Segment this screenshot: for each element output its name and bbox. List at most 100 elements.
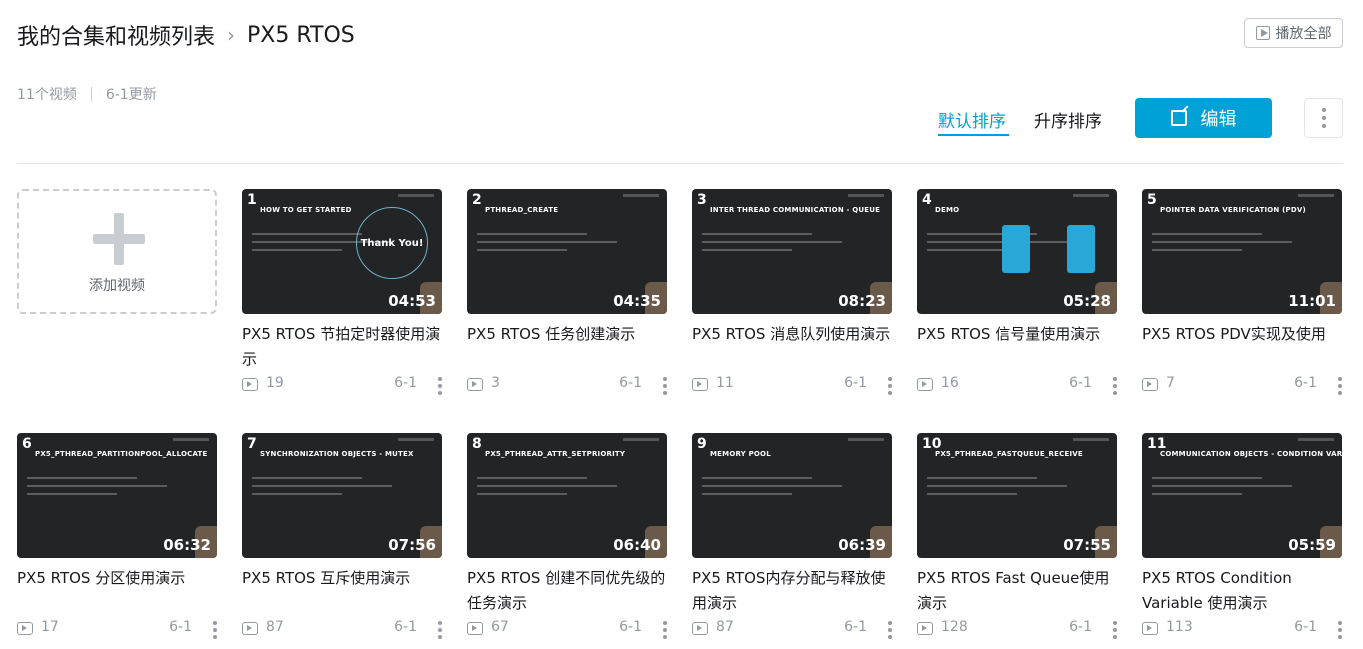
video-title[interactable]: PX5 RTOS内存分配与释放使用演示 [692,566,892,616]
thumb-text-line [252,485,392,487]
play-count: 7 [1166,375,1175,391]
thumb-text-line [702,241,842,243]
play-count: 11 [716,375,734,391]
add-video-card[interactable]: 添加视频 [17,189,217,314]
more-dot [1338,391,1342,395]
video-card[interactable]: 5 POINTER DATA VERIFICATION (PDV) 11:01 … [1142,189,1342,396]
thumb-brand-bar [623,438,659,441]
more-icon[interactable] [888,377,892,395]
more-icon[interactable] [1338,621,1342,639]
video-duration: 05:59 [1288,536,1336,554]
video-card[interactable]: 6 PX5_PTHREAD_PARTITIONPOOL_ALLOCATE 06:… [17,433,217,640]
more-dot [888,628,892,632]
play-count-icon [1142,622,1158,635]
video-card[interactable]: 7 SYNCHRONIZATION OBJECTS - MUTEX 07:56 … [242,433,442,640]
video-card[interactable]: 8 PX5_PTHREAD_ATTR_SETPRIORITY 06:40 PX5… [467,433,667,640]
more-dot [1113,635,1117,639]
video-card[interactable]: 11 COMMUNICATION OBJECTS - CONDITION VAR… [1142,433,1342,640]
active-tab-underline [938,134,1009,136]
more-icon[interactable] [1338,377,1342,395]
video-thumbnail[interactable]: 3 INTER THREAD COMMUNICATION - QUEUE 08:… [692,189,892,314]
video-thumbnail[interactable]: 10 PX5_PTHREAD_FASTQUEUE_RECEIVE 07:55 [917,433,1117,558]
play-count: 19 [266,375,284,391]
edit-icon [1170,110,1187,126]
thumb-text-line [1152,233,1262,235]
thumb-brand-bar [398,194,434,197]
thumb-heading: PX5_PTHREAD_PARTITIONPOOL_ALLOCATE [35,450,208,458]
upload-date: 6-1 [1294,619,1317,635]
video-title[interactable]: PX5 RTOS PDV实现及使用 [1142,322,1342,372]
more-icon[interactable] [1113,377,1117,395]
more-dot [1338,628,1342,632]
video-title[interactable]: PX5 RTOS Fast Queue使用演示 [917,566,1117,616]
video-card[interactable]: 1 HOW TO GET STARTED Thank You! 04:53 PX… [242,189,442,396]
thumb-diagram-box [1067,225,1095,273]
more-options-button[interactable] [1304,98,1343,138]
thumb-text-line [1152,241,1292,243]
video-title[interactable]: PX5 RTOS 创建不同优先级的任务演示 [467,566,667,616]
thumb-heading: INTER THREAD COMMUNICATION - QUEUE [710,206,881,214]
page-title: PX5 RTOS [247,22,355,48]
thumb-heading: DEMO [935,206,960,214]
video-thumbnail[interactable]: 2 PTHREAD_CREATE 04:35 [467,189,667,314]
video-thumbnail[interactable]: 9 MEMORY POOL 06:39 [692,433,892,558]
video-thumbnail[interactable]: 7 SYNCHRONIZATION OBJECTS - MUTEX 07:56 [242,433,442,558]
play-all-button[interactable]: 播放全部 [1244,18,1343,48]
video-card[interactable]: 3 INTER THREAD COMMUNICATION - QUEUE 08:… [692,189,892,396]
more-dot [1113,377,1117,381]
more-icon[interactable] [1113,621,1117,639]
thumb-heading: PX5_PTHREAD_FASTQUEUE_RECEIVE [935,450,1083,458]
thumb-text-line [27,477,137,479]
more-icon[interactable] [888,621,892,639]
video-card[interactable]: 2 PTHREAD_CREATE 04:35 PX5 RTOS 任务创建演示 3… [467,189,667,396]
video-index: 8 [472,436,482,452]
video-thumbnail[interactable]: 11 COMMUNICATION OBJECTS - CONDITION VAR… [1142,433,1342,558]
more-icon[interactable] [663,377,667,395]
more-dot [663,635,667,639]
collection-meta: 11个视频 6-1更新 [17,84,157,104]
video-title[interactable]: PX5 RTOS Condition Variable 使用演示 [1142,566,1342,616]
video-index: 6 [22,436,32,452]
more-icon[interactable] [438,621,442,639]
more-dot [888,377,892,381]
video-stats: 67 6-1 [467,618,667,640]
more-icon[interactable] [213,621,217,639]
thumb-heading: COMMUNICATION OBJECTS - CONDITION VARIAB… [1160,450,1342,458]
thumb-text-line [477,241,617,243]
play-count-icon [242,622,258,635]
video-card[interactable]: 10 PX5_PTHREAD_FASTQUEUE_RECEIVE 07:55 P… [917,433,1117,640]
upload-date: 6-1 [394,619,417,635]
more-dot [1338,621,1342,625]
video-card[interactable]: 9 MEMORY POOL 06:39 PX5 RTOS内存分配与释放使用演示 … [692,433,892,640]
thumb-heading: PTHREAD_CREATE [485,206,559,214]
more-dot [1321,124,1326,128]
video-duration: 04:35 [613,292,661,310]
breadcrumb-parent-link[interactable]: 我的合集和视频列表 [17,19,215,51]
more-icon[interactable] [663,621,667,639]
more-dot [1113,621,1117,625]
video-title[interactable]: PX5 RTOS 节拍定时器使用演示 [242,322,442,372]
video-thumbnail[interactable]: 8 PX5_PTHREAD_ATTR_SETPRIORITY 06:40 [467,433,667,558]
upload-date: 6-1 [619,619,642,635]
video-title[interactable]: PX5 RTOS 信号量使用演示 [917,322,1117,372]
thumb-text-line [27,493,117,495]
video-title[interactable]: PX5 RTOS 任务创建演示 [467,322,667,372]
sort-default-tab[interactable]: 默认排序 [938,107,1006,132]
video-thumbnail[interactable]: 5 POINTER DATA VERIFICATION (PDV) 11:01 [1142,189,1342,314]
video-thumbnail[interactable]: 4 DEMO 05:28 [917,189,1117,314]
upload-date: 6-1 [1069,375,1092,391]
thumb-heading: MEMORY POOL [710,450,771,458]
more-icon[interactable] [438,377,442,395]
edit-button[interactable]: 编辑 [1135,98,1272,138]
video-title[interactable]: PX5 RTOS 分区使用演示 [17,566,217,616]
video-duration: 06:39 [838,536,886,554]
sort-asc-tab[interactable]: 升序排序 [1034,107,1102,132]
video-thumbnail[interactable]: 6 PX5_PTHREAD_PARTITIONPOOL_ALLOCATE 06:… [17,433,217,558]
play-count-icon [917,378,933,391]
video-thumbnail[interactable]: 1 HOW TO GET STARTED Thank You! 04:53 [242,189,442,314]
upload-date: 6-1 [844,375,867,391]
video-card[interactable]: 4 DEMO 05:28 PX5 RTOS 信号量使用演示 16 6-1 [917,189,1117,396]
thumb-text-line [477,477,587,479]
video-title[interactable]: PX5 RTOS 消息队列使用演示 [692,322,892,372]
video-title[interactable]: PX5 RTOS 互斥使用演示 [242,566,442,616]
